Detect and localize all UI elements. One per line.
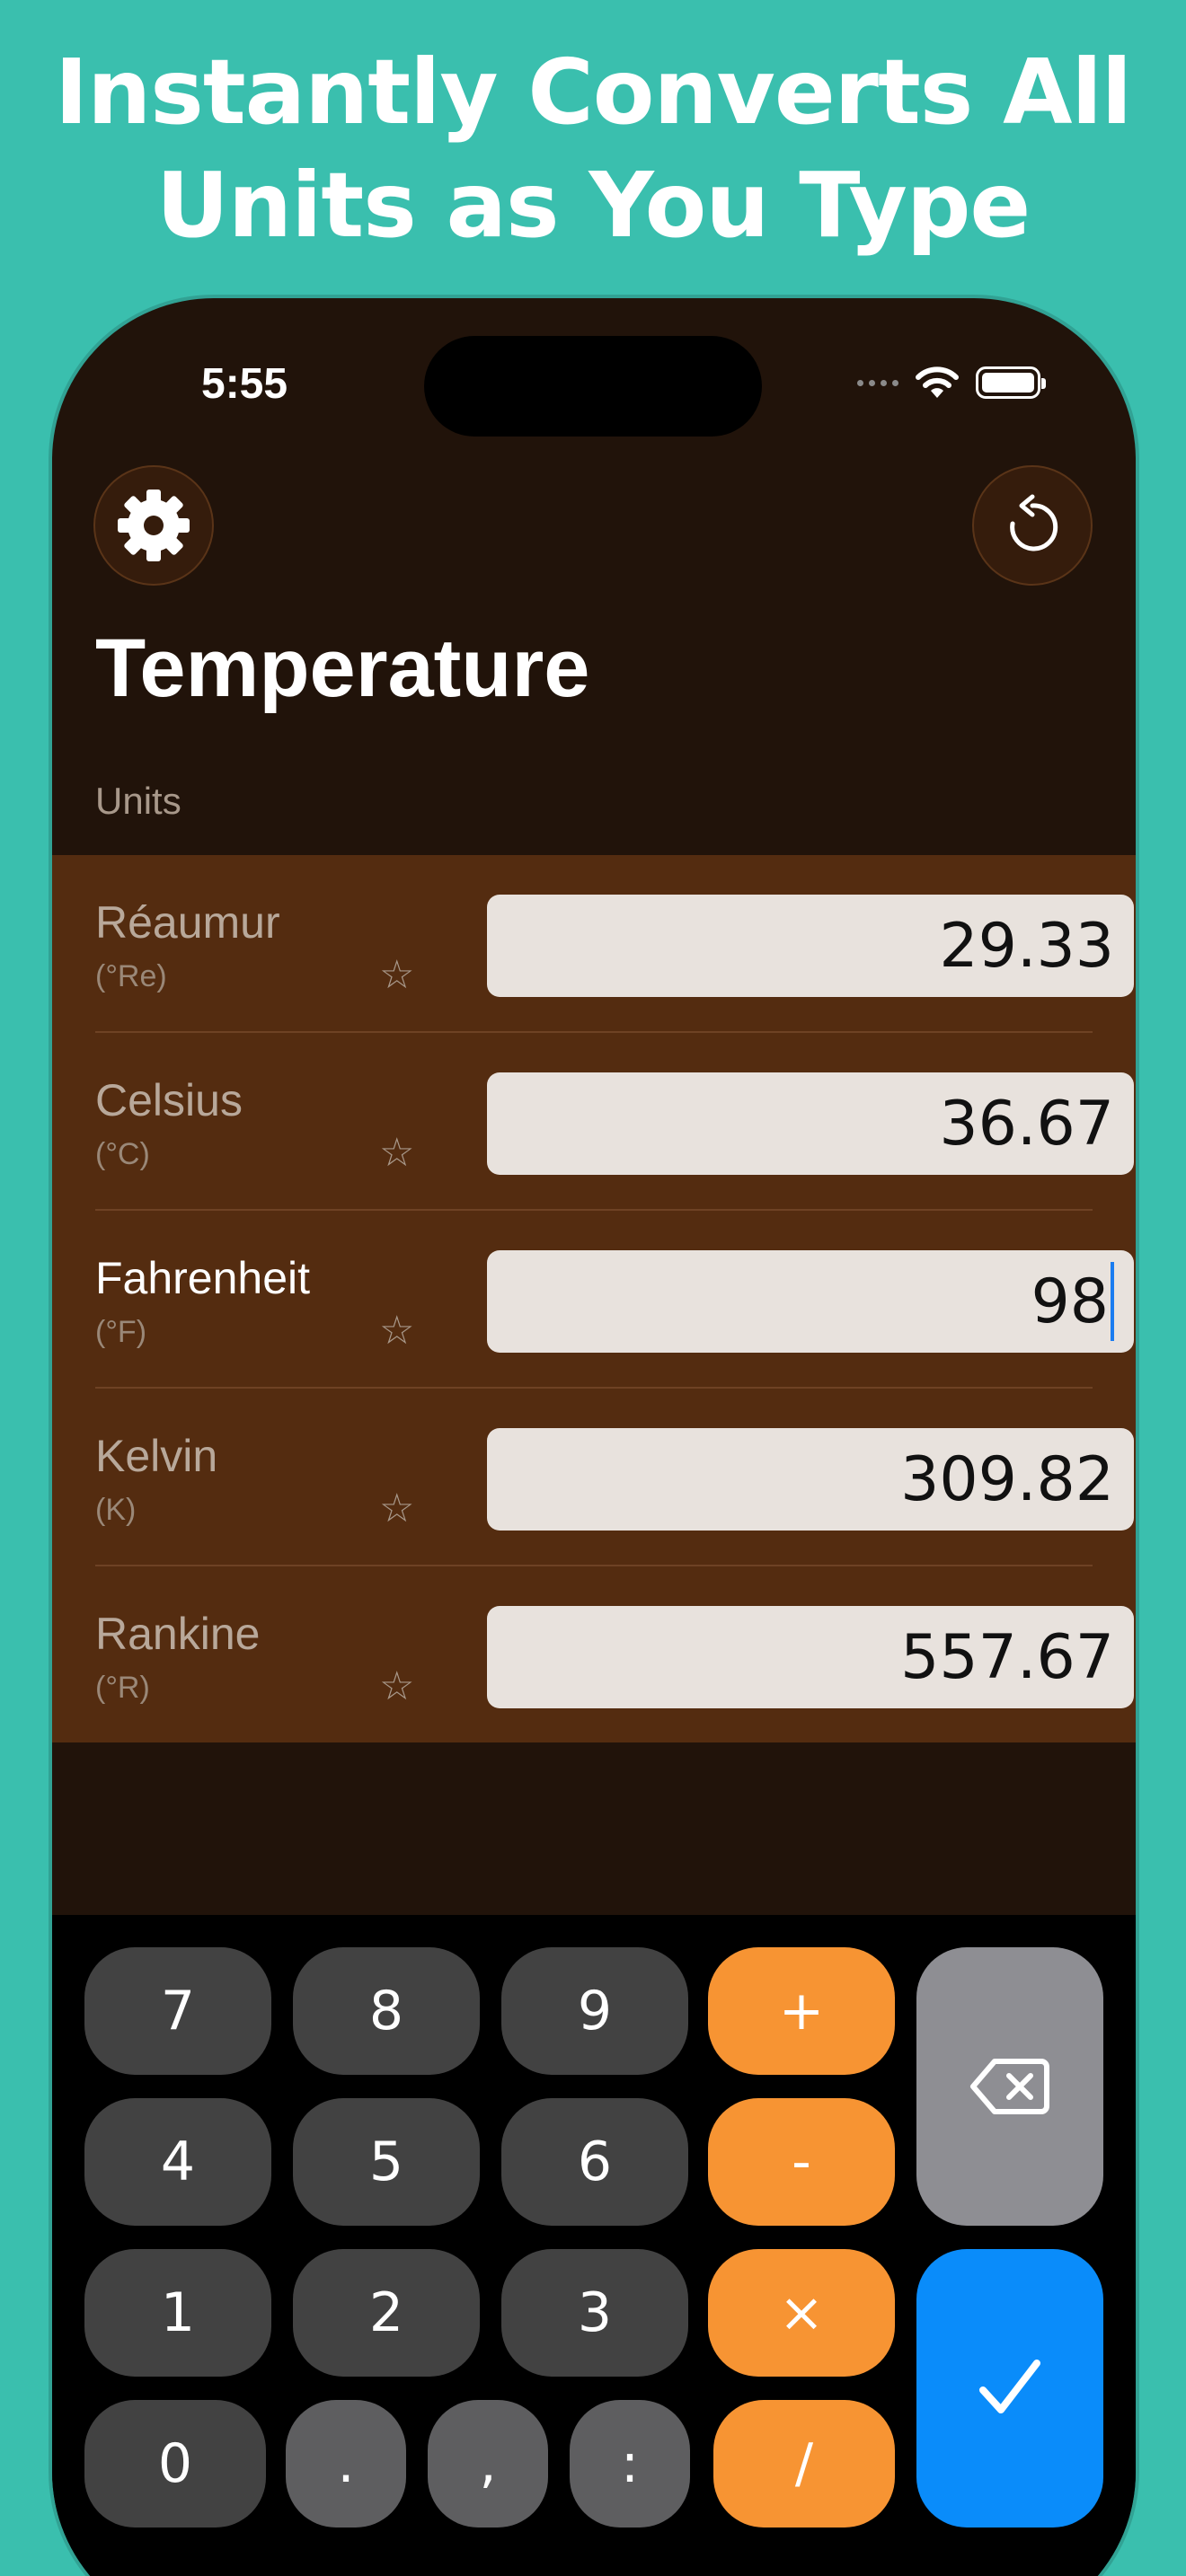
- key-comma[interactable]: ,: [428, 2400, 548, 2527]
- key-3[interactable]: 3: [501, 2249, 688, 2377]
- star-outline-icon[interactable]: ☆: [379, 1134, 414, 1173]
- dynamic-island: [424, 336, 762, 437]
- unit-name: Fahrenheit: [95, 1253, 311, 1303]
- star-outline-icon[interactable]: ☆: [379, 1489, 414, 1529]
- unit-row-fahrenheit: Fahrenheit (°F) ☆ 98: [95, 1211, 1134, 1389]
- gear-icon: [118, 490, 190, 561]
- unit-name: Réaumur: [95, 897, 280, 948]
- text-caret: [1111, 1262, 1114, 1341]
- star-outline-icon[interactable]: ☆: [379, 956, 414, 995]
- rotate-ccw-icon: [1010, 494, 1058, 551]
- headline-line-2: Units as You Type: [155, 153, 1031, 258]
- key-multiply[interactable]: ×: [708, 2249, 895, 2377]
- headline-line-1: Instantly Converts All: [54, 40, 1132, 145]
- key-7[interactable]: 7: [84, 1947, 271, 2075]
- value-field-kelvin[interactable]: 309.82: [487, 1428, 1134, 1531]
- unit-name: Celsius: [95, 1075, 243, 1125]
- key-2[interactable]: 2: [293, 2249, 480, 2377]
- reset-button[interactable]: [972, 465, 1093, 586]
- numeric-keypad: 7 8 9 + 4 5 6 - 1 2 3 × 0 . , : /: [52, 1915, 1136, 2576]
- status-icons: [857, 365, 1046, 401]
- value-field-rankine[interactable]: 557.67: [487, 1606, 1134, 1708]
- unit-name: Rankine: [95, 1609, 261, 1659]
- unit-row-celsius: Celsius (°C) ☆ 36.67: [95, 1033, 1134, 1211]
- units-list: Réaumur (°Re) ☆ 29.33 Celsius (°C) ☆ 36.…: [52, 855, 1136, 1742]
- key-5[interactable]: 5: [293, 2098, 480, 2226]
- key-minus[interactable]: -: [708, 2098, 895, 2226]
- status-time: 5:55: [201, 360, 288, 408]
- value-field-fahrenheit[interactable]: 98: [487, 1250, 1134, 1353]
- unit-symbol: (°F): [95, 1315, 147, 1349]
- backspace-icon: [970, 2059, 1049, 2114]
- unit-symbol: (°R): [95, 1671, 150, 1705]
- backspace-button[interactable]: [916, 1947, 1103, 2226]
- key-period[interactable]: .: [286, 2400, 406, 2527]
- key-0[interactable]: 0: [84, 2400, 266, 2527]
- unit-symbol: (°C): [95, 1137, 150, 1171]
- unit-symbol: (K): [95, 1493, 137, 1527]
- battery-icon: [976, 366, 1046, 399]
- key-divide[interactable]: /: [713, 2400, 895, 2527]
- key-6[interactable]: 6: [501, 2098, 688, 2226]
- unit-symbol: (°Re): [95, 959, 167, 993]
- key-8[interactable]: 8: [293, 1947, 480, 2075]
- done-button[interactable]: [916, 2249, 1103, 2527]
- star-outline-icon[interactable]: ☆: [379, 1667, 414, 1707]
- key-4[interactable]: 4: [84, 2098, 271, 2226]
- marketing-headline: Instantly Converts All Units as You Type: [0, 36, 1186, 262]
- phone-frame: 5:55 Temperature Units Réaumur (°Re) ☆ 2…: [52, 298, 1136, 2576]
- key-colon[interactable]: :: [570, 2400, 690, 2527]
- unit-row-reaumur: Réaumur (°Re) ☆ 29.33: [95, 855, 1134, 1033]
- value-field-celsius[interactable]: 36.67: [487, 1072, 1134, 1175]
- star-outline-icon[interactable]: ☆: [379, 1311, 414, 1351]
- value-field-reaumur[interactable]: 29.33: [487, 895, 1134, 997]
- settings-button[interactable]: [93, 465, 214, 586]
- unit-row-rankine: Rankine (°R) ☆ 557.67: [95, 1566, 1134, 1744]
- key-1[interactable]: 1: [84, 2249, 271, 2377]
- checkmark-icon: [979, 2360, 1040, 2413]
- wifi-icon: [916, 366, 959, 398]
- unit-name: Kelvin: [95, 1431, 218, 1481]
- page-title: Temperature: [95, 622, 590, 714]
- unit-row-kelvin: Kelvin (K) ☆ 309.82: [95, 1389, 1134, 1566]
- key-9[interactable]: 9: [501, 1947, 688, 2075]
- cellular-signal-icon: [857, 379, 898, 386]
- key-plus[interactable]: +: [708, 1947, 895, 2075]
- section-label-units: Units: [95, 780, 181, 822]
